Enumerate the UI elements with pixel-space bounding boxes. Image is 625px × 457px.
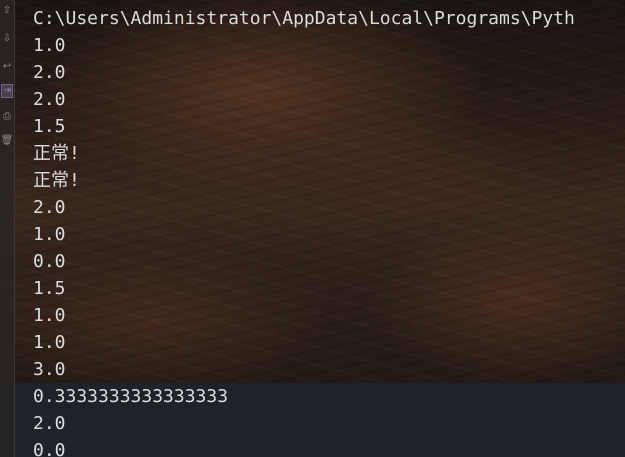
console-output-line: 正常! — [33, 143, 80, 164]
trash-icon[interactable]: 🗑 — [1, 134, 14, 148]
console-output-line: 2.0 — [33, 89, 66, 110]
console-output-line: 0.0 — [33, 251, 66, 272]
console-toolbar: ⇧ ⇩ ↩ ⇥ ⎙ 🗑 — [0, 0, 15, 457]
scroll-up-icon[interactable]: ⇧ — [1, 4, 13, 18]
run-console: ⇧ ⇩ ↩ ⇥ ⎙ 🗑 C:\Users\Administrator\AppDa… — [0, 0, 625, 457]
print-icon[interactable]: ⎙ — [1, 110, 13, 124]
console-output[interactable]: C:\Users\Administrator\AppData\Local\Pro… — [33, 8, 625, 457]
console-output-line: 2.0 — [33, 62, 66, 83]
console-output-line: 1.5 — [33, 278, 66, 299]
console-output-line: 1.0 — [33, 305, 66, 326]
console-output-line: 正常! — [33, 170, 80, 191]
console-output-line: 1.0 — [33, 35, 66, 56]
console-output-line: 1.0 — [33, 224, 66, 245]
console-output-line: 2.0 — [33, 197, 66, 218]
console-output-line: 0.3333333333333333 — [33, 386, 229, 407]
console-output-line: 3.0 — [33, 359, 66, 380]
console-output-line: 0.0 — [33, 440, 66, 457]
console-output-line: 2.0 — [33, 413, 66, 434]
console-command-line: C:\Users\Administrator\AppData\Local\Pro… — [33, 8, 575, 29]
scroll-to-end-icon[interactable]: ⇥ — [1, 84, 13, 98]
console-output-line: 1.5 — [33, 116, 66, 137]
soft-wrap-icon[interactable]: ↩ — [1, 60, 13, 74]
console-output-line: 1.0 — [33, 332, 66, 353]
scroll-down-icon[interactable]: ⇩ — [1, 32, 13, 46]
